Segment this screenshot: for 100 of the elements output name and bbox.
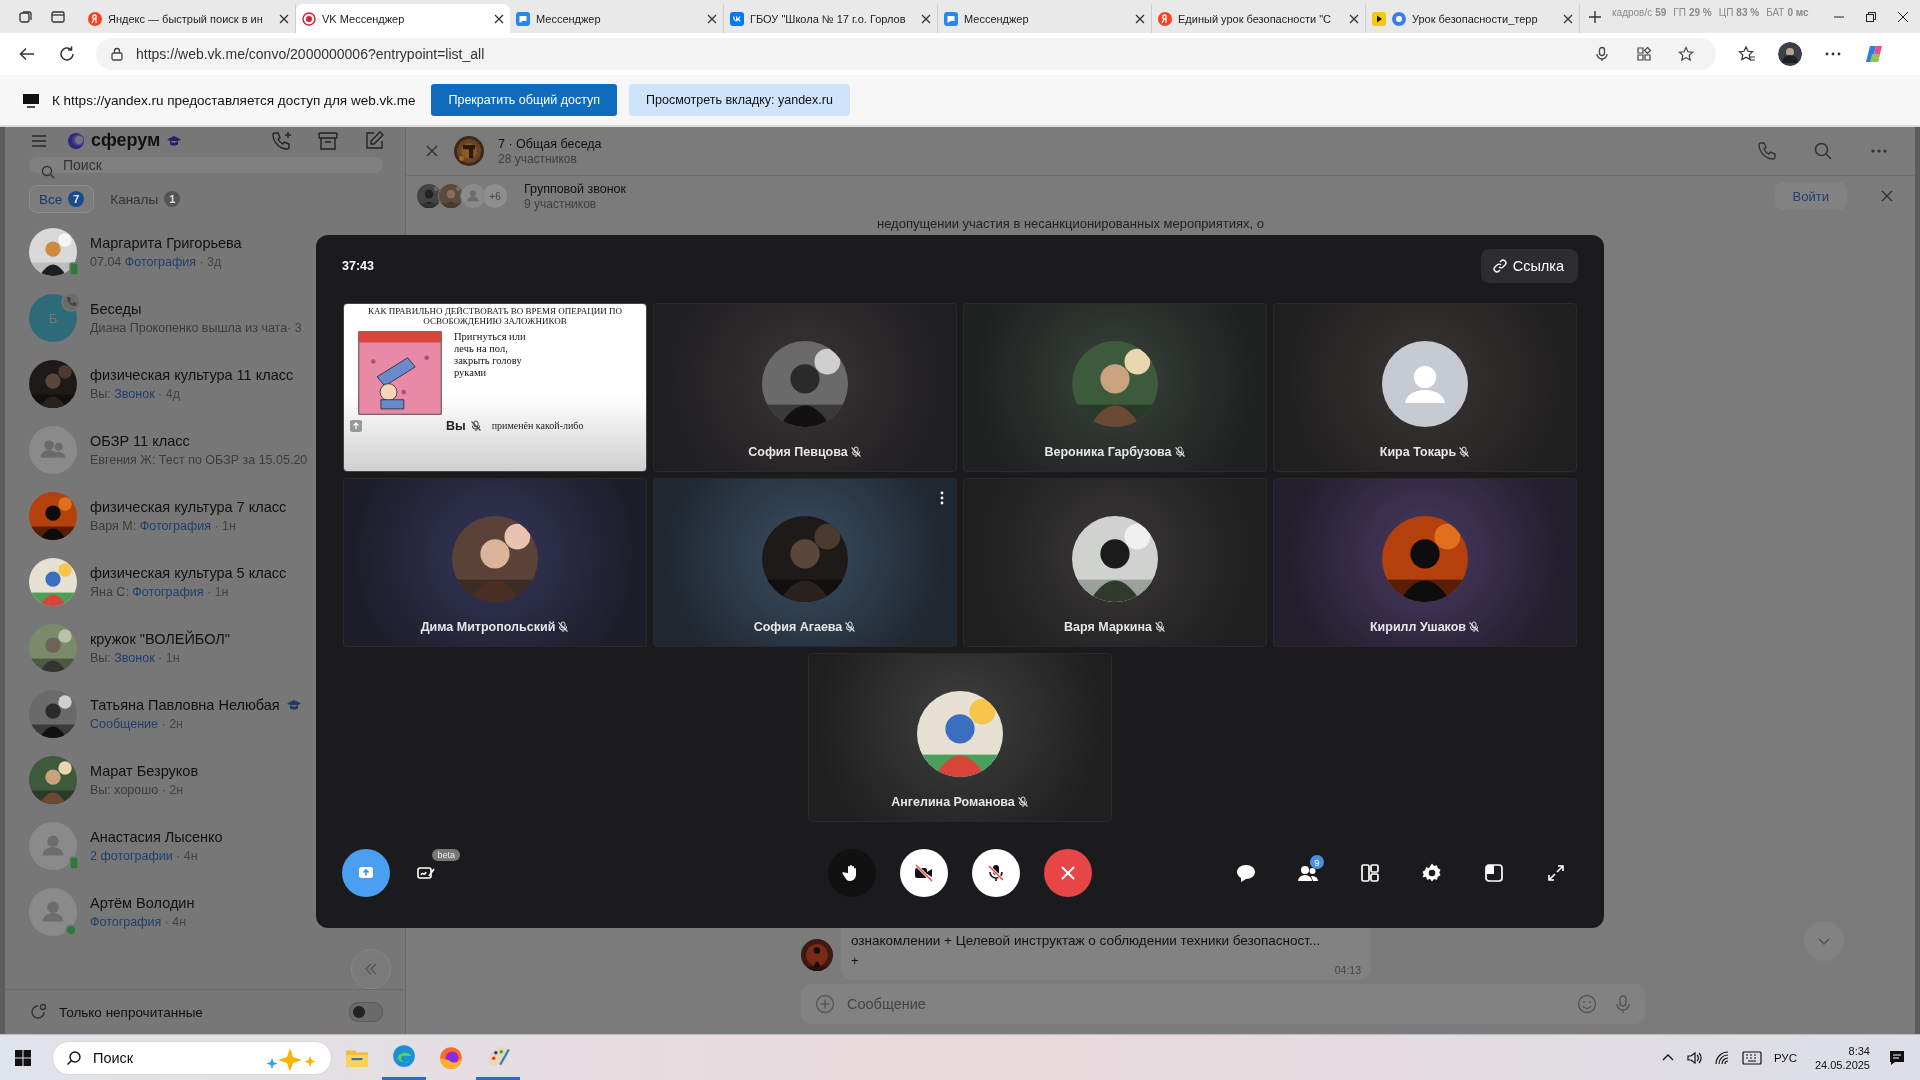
browser-tab[interactable]: VK Мессенджер	[296, 4, 510, 33]
close-icon[interactable]	[1135, 13, 1145, 24]
settings-icon	[1421, 862, 1443, 884]
yandex-favicon-icon	[88, 11, 102, 26]
call-timer: 37:43	[342, 259, 374, 273]
participant-name: Кирилл Ушаков	[1369, 620, 1467, 634]
notifications-icon[interactable]	[1888, 1048, 1906, 1067]
add-call-icon[interactable]	[271, 129, 293, 152]
chat-favicon-icon	[516, 11, 530, 26]
record-icon	[302, 11, 316, 26]
participant-name: София Агаева	[753, 620, 843, 634]
favorites-icon[interactable]	[1738, 45, 1756, 63]
user-avatar-icon	[460, 183, 486, 209]
new-tab-icon[interactable]	[1588, 9, 1602, 24]
close-icon[interactable]	[1898, 11, 1908, 22]
firefox-icon[interactable]	[438, 1044, 464, 1071]
start-icon[interactable]	[14, 1048, 32, 1067]
close-icon[interactable]	[1563, 13, 1573, 24]
chat-name: кружок "ВОЛЕЙБОЛ"	[90, 631, 230, 647]
edge-icon[interactable]	[391, 1043, 417, 1069]
clock-date[interactable]: 24.05.2025	[1814, 1058, 1870, 1071]
poster-text: Пригнуться или лечь на пол, закрыть голову руками	[454, 330, 527, 380]
taskbar-search-field[interactable]: Поиск	[52, 1040, 332, 1075]
search-icon[interactable]	[1813, 141, 1833, 161]
camera-off-icon	[913, 862, 935, 884]
participant-name: Кира Токарь	[1379, 445, 1457, 459]
microphone-icon[interactable]	[1594, 46, 1610, 62]
user-avatar-icon	[29, 822, 77, 870]
close-icon[interactable]	[494, 13, 504, 24]
back-icon[interactable]	[18, 45, 36, 63]
volume-icon[interactable]	[1685, 1049, 1702, 1066]
share-button[interactable]: Просмотреть вкладку: yandex.ru	[629, 84, 850, 116]
tab-actions-icon[interactable]	[50, 8, 66, 25]
mic-off-icon	[985, 862, 1007, 884]
chat-name: Татьяна Павловна Нелюбая	[90, 697, 280, 713]
logo-icon	[67, 131, 85, 150]
chat-name: физическая культура 7 класс	[90, 499, 287, 515]
phone-icon[interactable]	[1757, 141, 1777, 161]
stat-label: БАТ	[1766, 7, 1785, 18]
share-button[interactable]: Прекратить общий доступ	[431, 84, 618, 116]
message-text: недопущении участия в несанкционированных мероприятиях, о	[877, 216, 1264, 231]
end-button[interactable]	[1044, 849, 1092, 897]
wifi-icon[interactable]	[1713, 1049, 1730, 1066]
layout-icon	[1359, 862, 1381, 884]
profile-avatar-icon[interactable]	[1778, 42, 1802, 66]
member-count: 28 участников	[498, 151, 578, 166]
compose-icon[interactable]	[363, 129, 385, 152]
expand-icon	[1546, 863, 1566, 883]
chat-name: Беседы	[90, 301, 142, 317]
hand-button[interactable]	[828, 849, 876, 897]
circle-favicon-icon	[1392, 11, 1406, 26]
participant-name: София Певцова	[748, 445, 848, 459]
unread-only-label: Только непрочитанные	[59, 1004, 203, 1020]
chat-item[interactable]: ОБЗР 11 класс Евгения Ж: Тест по ОБЗР за 15.05.20	[5, 417, 405, 483]
close-icon	[1059, 864, 1077, 882]
user-avatar-icon	[29, 888, 77, 936]
more-icon[interactable]	[940, 491, 944, 505]
close-icon[interactable]	[279, 13, 289, 24]
beta-badge: beta	[432, 849, 460, 861]
call-member-count: 9 участников	[524, 196, 598, 211]
url-text: https://web.vk.me/convo/2000000006?entrypoint=list_all	[136, 46, 485, 62]
camera-button[interactable]	[900, 849, 948, 897]
clock-time[interactable]: 8:34	[1848, 1044, 1870, 1057]
unread-filter-icon	[29, 1003, 47, 1021]
unread-toggle[interactable]	[349, 1002, 383, 1022]
close-icon[interactable]	[921, 13, 931, 24]
close-icon[interactable]	[1349, 13, 1359, 24]
archive-icon[interactable]	[317, 129, 339, 152]
participant-name: Варя Маркина	[1064, 620, 1152, 634]
copilot-icon[interactable]	[1864, 44, 1884, 64]
participant-name: Вероника Гарбузова	[1044, 445, 1172, 459]
search-field[interactable]: Поиск	[29, 156, 383, 173]
link-icon	[1492, 259, 1507, 273]
link-button[interactable]: Ссылка	[1480, 249, 1578, 283]
message-text: ознакомлении + Целевой инструктаж о соблюдении техники безопасност...	[851, 933, 1322, 948]
stat-value: 0 мс	[1787, 7, 1809, 18]
chat-name: физическая культура 11 класс	[90, 367, 294, 383]
poster-text: применён какой-либо	[491, 420, 584, 432]
stat-label: ЦП	[1718, 7, 1734, 18]
screen-share-button[interactable]	[342, 849, 390, 897]
filter-tab[interactable]: Каналы 1	[100, 185, 191, 213]
screen-share-icon	[22, 91, 40, 109]
workspaces-icon[interactable]	[18, 8, 34, 25]
window-icon	[1483, 862, 1505, 884]
star-icon[interactable]	[1678, 46, 1694, 62]
filter-tab[interactable]: Все 7	[29, 185, 95, 213]
input-language[interactable]: РУС	[1773, 1051, 1797, 1064]
mic-button[interactable]	[972, 849, 1020, 897]
address-field[interactable]: https://web.vk.me/convo/2000000006?entrypoint=list_all	[96, 38, 1716, 70]
message-time: 04:13	[1334, 964, 1361, 976]
restore-icon[interactable]	[1866, 11, 1876, 22]
chat-name: Маргарита Григорьева	[90, 235, 242, 251]
chat-name: ОБЗР 11 класс	[90, 433, 190, 449]
double-chevron-icon	[363, 961, 379, 977]
reload-icon[interactable]	[58, 45, 76, 63]
apps-icon[interactable]	[1636, 46, 1652, 62]
participant-name: Вы	[446, 418, 466, 433]
stat-label: ГП	[1673, 7, 1686, 18]
close-icon[interactable]	[707, 13, 717, 24]
chat-name: физическая культура 5 класс	[90, 565, 287, 581]
